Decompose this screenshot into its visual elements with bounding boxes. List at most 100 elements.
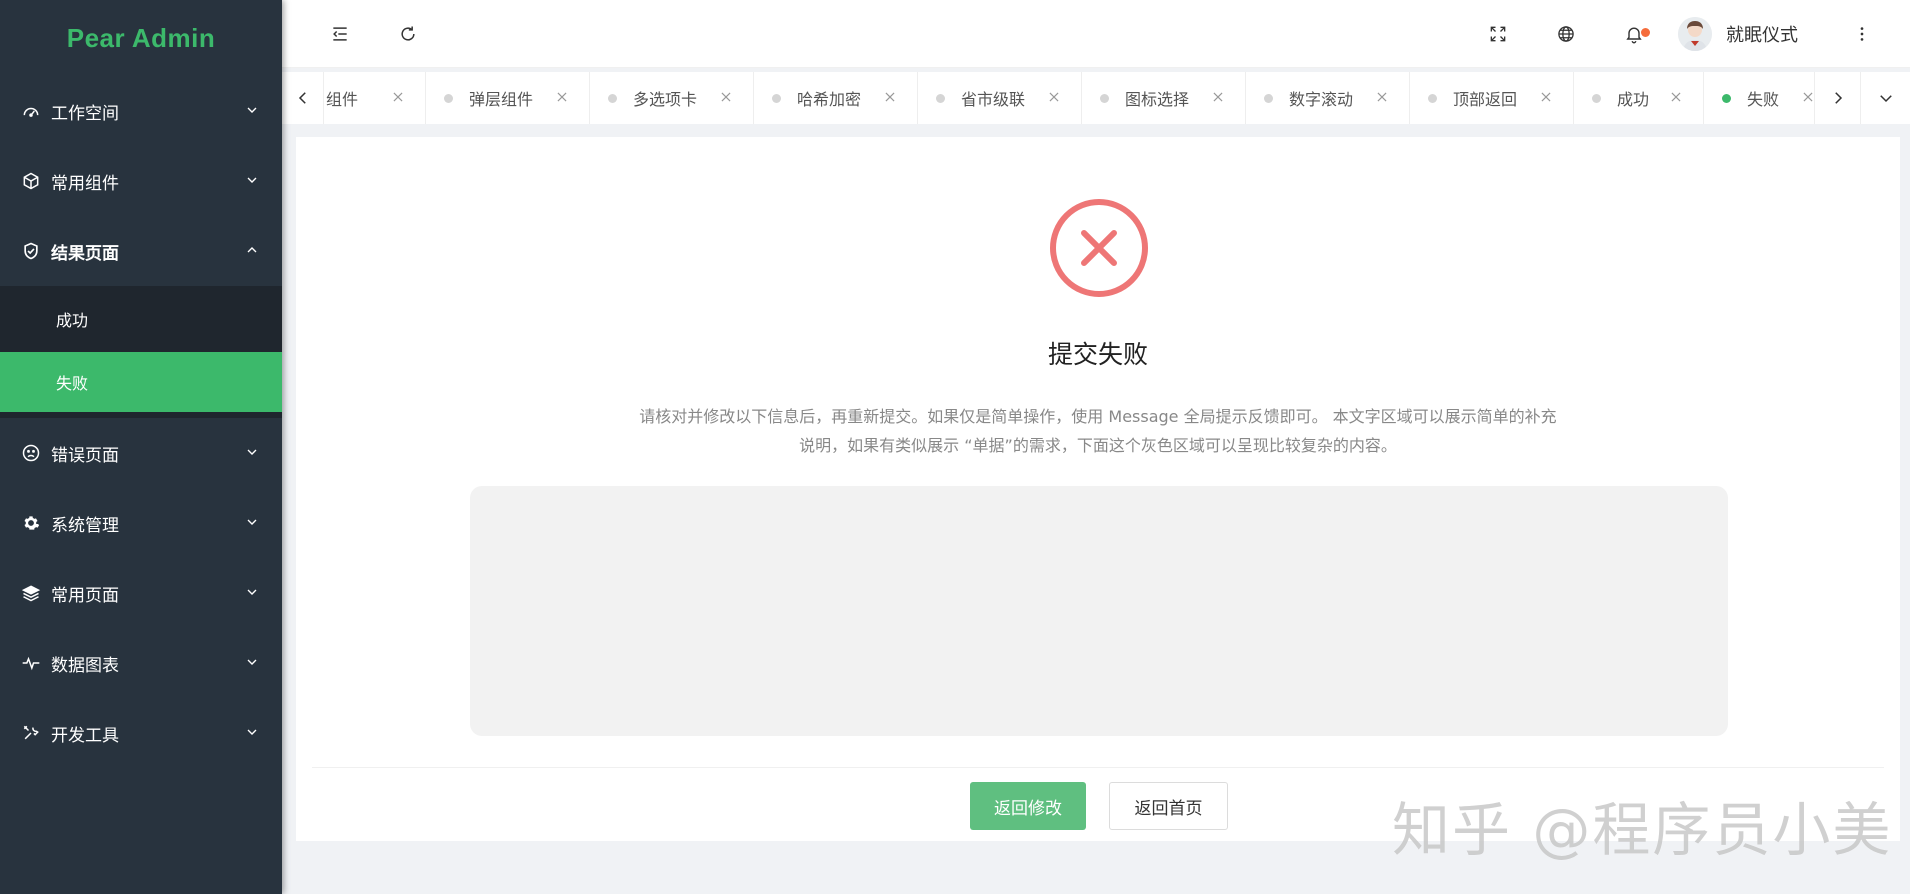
sidebar-item-success[interactable]: 成功 [0,286,282,352]
chevron-left-icon [298,92,306,104]
sidebar-item-dev-tools[interactable]: 开发工具 [0,698,282,768]
sidebar-item-workspace[interactable]: 工作空间 [0,76,282,146]
sidebar-item-failure[interactable]: 失败 [0,352,282,412]
tab-status-dot [772,93,781,103]
layers-icon [20,582,42,604]
sidebar-item-label: 常用页面 [51,585,119,606]
sidebar-item-label: 结果页面 [51,243,119,264]
tab-label: 数字滚动 [1289,90,1354,109]
tab-multi-tab[interactable]: 多选项卡 [590,72,754,124]
chevron-right-icon [1834,92,1842,104]
tab-label: 图标选择 [1125,90,1190,109]
chevron-down-icon [244,102,262,120]
fullscreen-icon[interactable] [1480,16,1516,52]
tab-label: 顶部返回 [1453,90,1518,109]
detail-content-area [470,486,1728,736]
tab-bar: 组件 弹层组件 多选项卡 哈希加密 省市级联 图标选择 数字滚动 顶部返回 成功… [282,72,1910,124]
cube-icon [20,170,42,192]
close-icon[interactable] [1047,90,1063,106]
tab-status-dot [1100,93,1109,103]
tab-icon-select[interactable]: 图标选择 [1082,72,1246,124]
result-title: 提交失败 [1047,340,1148,369]
sidebar-item-label: 系统管理 [51,515,119,536]
tab-success[interactable]: 成功 [1574,72,1704,124]
tab-layer[interactable]: 弹层组件 [426,72,590,124]
tab-label: 哈希加密 [797,90,862,109]
close-icon[interactable] [1801,90,1814,106]
tab-status-dot [444,93,453,103]
divider [312,767,1884,768]
chevron-down-icon [244,584,262,602]
close-icon[interactable] [1669,90,1685,106]
more-vertical-icon[interactable] [1844,16,1880,52]
tab-number-scroll[interactable]: 数字滚动 [1246,72,1410,124]
chevron-down-icon [244,654,262,672]
sidebar-item-common-pages[interactable]: 常用页面 [0,558,282,628]
chevron-down-icon [244,724,262,742]
watermark: 知乎 @程序员小美 [1392,796,1893,864]
sidebar-item-label: 错误页面 [51,445,119,466]
back-to-edit-button[interactable]: 返回修改 [970,782,1086,830]
globe-icon[interactable] [1548,16,1584,52]
close-icon[interactable] [1211,90,1227,106]
gauge-icon [20,100,42,122]
tab-components[interactable]: 组件 [324,72,426,124]
sidebar-item-components[interactable]: 常用组件 [0,146,282,216]
chevron-down-icon [244,444,262,462]
sidebar-item-label: 数据图表 [51,655,119,676]
pulse-icon [20,652,42,674]
tab-label: 成功 [1617,90,1650,109]
close-icon[interactable] [719,90,735,106]
tab-track: 组件 弹层组件 多选项卡 哈希加密 省市级联 图标选择 数字滚动 顶部返回 成功… [324,72,1814,124]
tab-scroll-right-button[interactable] [1814,72,1860,124]
refresh-icon[interactable] [390,16,426,52]
tab-status-dot [1592,93,1601,103]
chevron-down-icon [244,172,262,190]
sidebar-item-result-pages[interactable]: 结果页面 [0,216,282,286]
result-description: 请核对并修改以下信息后，再重新提交。如果仅是简单操作，使用 Message 全局… [639,407,1557,455]
sidebar-item-system[interactable]: 系统管理 [0,488,282,558]
tab-status-dot [1428,93,1437,103]
chevron-down-icon [1879,95,1892,103]
avatar [1678,16,1712,51]
sidebar: Pear Admin 工作空间 常用组件 结果页面 成功 失败 错误页面 系统管… [0,0,282,894]
back-to-home-button[interactable]: 返回首页 [1109,782,1228,830]
sidebar-item-error-pages[interactable]: 错误页面 [0,418,282,488]
tab-hash[interactable]: 哈希加密 [754,72,918,124]
tab-status-dot [1264,93,1273,103]
chevron-up-icon [244,242,262,260]
tab-back-top[interactable]: 顶部返回 [1410,72,1574,124]
tab-label: 失败 [1747,90,1780,109]
notification-bell-icon[interactable] [1616,16,1652,52]
tab-failure[interactable]: 失败 [1704,72,1814,124]
menu-fold-icon[interactable] [322,16,358,52]
tools-icon [20,722,42,744]
user-name: 就眠仪式 [1726,24,1798,46]
tab-status-dot [608,93,617,103]
tab-status-dot [936,93,945,103]
tab-cascade[interactable]: 省市级联 [918,72,1082,124]
top-header: 就眠仪式 [282,0,1910,68]
sidebar-item-charts[interactable]: 数据图表 [0,628,282,698]
sidebar-item-label: 工作空间 [51,103,119,124]
close-icon[interactable] [391,90,407,106]
close-icon[interactable] [883,90,899,106]
gear-icon [20,512,42,534]
result-card: 提交失败 请核对并修改以下信息后，再重新提交。如果仅是简单操作，使用 Messa… [296,137,1900,841]
close-icon[interactable] [1375,90,1391,106]
shield-check-icon [20,240,42,262]
close-icon[interactable] [1539,90,1555,106]
tab-label: 组件 [326,90,359,109]
error-circle-icon [1050,199,1148,297]
close-icon[interactable] [555,90,571,106]
tab-status-dot [1722,93,1731,103]
sidebar-item-label: 开发工具 [51,725,119,746]
tab-options-dropdown[interactable] [1860,72,1910,124]
user-menu[interactable]: 就眠仪式 [1678,16,1798,51]
chevron-down-icon [244,514,262,532]
sad-face-icon [20,442,42,464]
app-logo[interactable]: Pear Admin [0,0,282,76]
tab-label: 多选项卡 [633,90,698,109]
tab-scroll-left-button[interactable] [282,72,324,124]
tab-strip: 组件 弹层组件 多选项卡 哈希加密 省市级联 图标选择 数字滚动 顶部返回 成功… [324,72,1814,124]
